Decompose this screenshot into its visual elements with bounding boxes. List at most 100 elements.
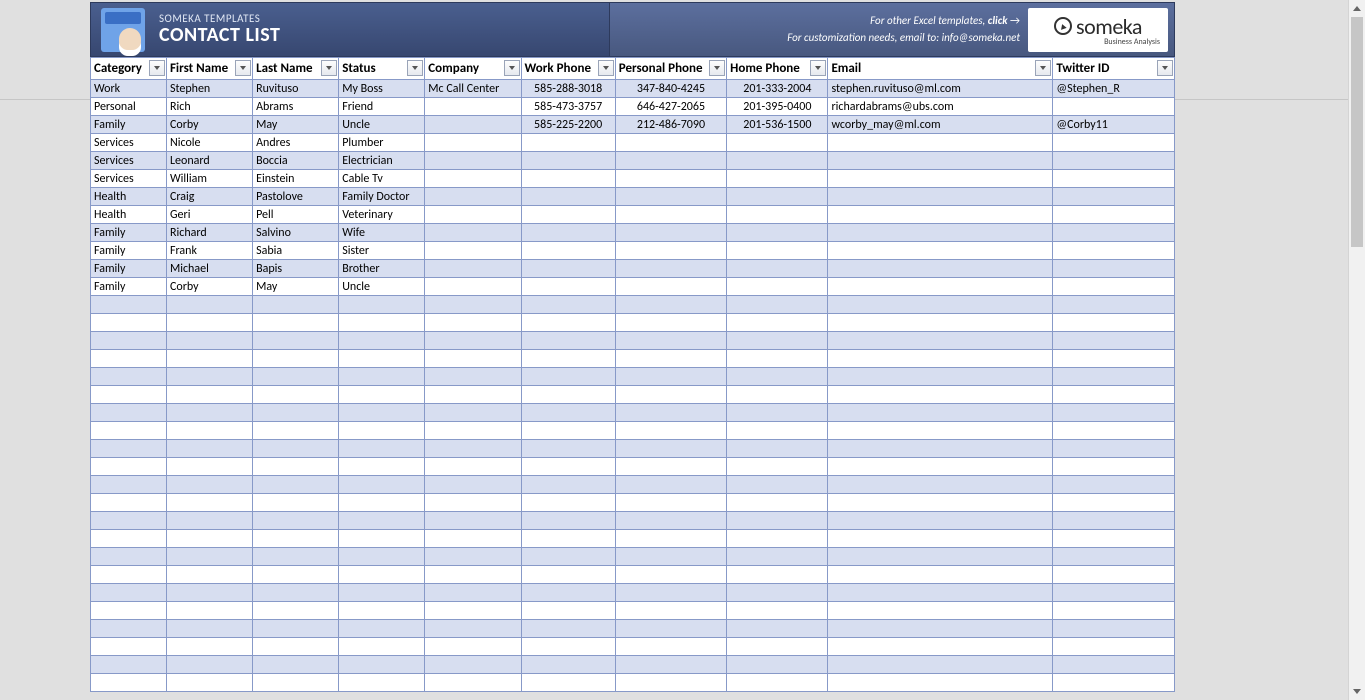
scroll-thumb[interactable] — [1351, 17, 1363, 247]
cell[interactable] — [521, 656, 615, 674]
cell[interactable] — [339, 350, 425, 368]
cell[interactable] — [828, 350, 1053, 368]
cell[interactable] — [339, 386, 425, 404]
cell[interactable] — [615, 368, 726, 386]
cell[interactable]: Richard — [166, 224, 252, 242]
table-row[interactable] — [91, 332, 1175, 350]
cell[interactable]: Wife — [339, 224, 425, 242]
cell[interactable] — [425, 224, 521, 242]
cell[interactable] — [727, 278, 828, 296]
filter-dropdown-icon[interactable] — [321, 60, 337, 76]
table-row[interactable]: FamilyFrankSabiaSister — [91, 242, 1175, 260]
table-row[interactable] — [91, 512, 1175, 530]
cell[interactable] — [1053, 386, 1175, 404]
table-row[interactable] — [91, 548, 1175, 566]
cell[interactable]: Plumber — [339, 134, 425, 152]
cell[interactable] — [615, 134, 726, 152]
cell[interactable] — [521, 404, 615, 422]
cell[interactable] — [425, 314, 521, 332]
cell[interactable] — [521, 152, 615, 170]
filter-dropdown-icon[interactable] — [709, 60, 725, 76]
cell[interactable] — [615, 638, 726, 656]
cell[interactable] — [166, 494, 252, 512]
cell[interactable] — [91, 530, 167, 548]
cell[interactable] — [425, 296, 521, 314]
cell[interactable] — [425, 512, 521, 530]
cell[interactable] — [828, 656, 1053, 674]
cell[interactable] — [91, 458, 167, 476]
cell[interactable]: Veterinary — [339, 206, 425, 224]
cell[interactable] — [425, 494, 521, 512]
cell[interactable] — [828, 278, 1053, 296]
cell[interactable] — [727, 476, 828, 494]
cell[interactable] — [521, 206, 615, 224]
cell[interactable] — [1053, 476, 1175, 494]
cell[interactable] — [521, 440, 615, 458]
cell[interactable] — [425, 98, 521, 116]
cell[interactable] — [615, 476, 726, 494]
cell[interactable]: Family Doctor — [339, 188, 425, 206]
column-header[interactable]: Work Phone — [521, 58, 615, 80]
cell[interactable] — [727, 242, 828, 260]
cell[interactable]: Andres — [253, 134, 339, 152]
someka-logo[interactable]: someka Business Analysis — [1028, 8, 1168, 52]
table-row[interactable] — [91, 494, 1175, 512]
cell[interactable] — [339, 314, 425, 332]
cell[interactable] — [253, 602, 339, 620]
cell[interactable] — [253, 368, 339, 386]
cell[interactable] — [166, 476, 252, 494]
cell[interactable]: 646-427-2065 — [615, 98, 726, 116]
cell[interactable] — [339, 404, 425, 422]
cell[interactable] — [1053, 350, 1175, 368]
cell[interactable] — [521, 386, 615, 404]
cell[interactable] — [339, 530, 425, 548]
cell[interactable]: Family — [91, 242, 167, 260]
cell[interactable]: Family — [91, 278, 167, 296]
cell[interactable] — [166, 368, 252, 386]
cell[interactable] — [828, 206, 1053, 224]
cell[interactable]: Ruvituso — [253, 80, 339, 98]
cell[interactable] — [615, 404, 726, 422]
cell[interactable] — [425, 566, 521, 584]
cell[interactable] — [425, 476, 521, 494]
cell[interactable] — [339, 332, 425, 350]
filter-dropdown-icon[interactable] — [149, 60, 165, 76]
table-row[interactable] — [91, 566, 1175, 584]
cell[interactable]: Family — [91, 224, 167, 242]
cell[interactable] — [615, 296, 726, 314]
cell[interactable] — [91, 386, 167, 404]
cell[interactable] — [521, 278, 615, 296]
cell[interactable] — [1053, 260, 1175, 278]
table-row[interactable]: WorkStephenRuvitusoMy BossMc Call Center… — [91, 80, 1175, 98]
cell[interactable] — [615, 512, 726, 530]
cell[interactable] — [828, 548, 1053, 566]
cell[interactable] — [521, 638, 615, 656]
cell[interactable] — [727, 134, 828, 152]
table-row[interactable] — [91, 476, 1175, 494]
cell[interactable] — [339, 656, 425, 674]
cell[interactable]: Salvino — [253, 224, 339, 242]
cell[interactable] — [339, 368, 425, 386]
cell[interactable] — [1053, 566, 1175, 584]
cell[interactable]: William — [166, 170, 252, 188]
cell[interactable] — [727, 152, 828, 170]
cell[interactable] — [166, 404, 252, 422]
cell[interactable] — [1053, 584, 1175, 602]
cell[interactable]: Friend — [339, 98, 425, 116]
cell[interactable] — [727, 260, 828, 278]
cell[interactable] — [1053, 188, 1175, 206]
cell[interactable] — [339, 476, 425, 494]
cell[interactable] — [521, 170, 615, 188]
cell[interactable] — [339, 602, 425, 620]
cell[interactable]: Work — [91, 80, 167, 98]
cell[interactable] — [1053, 224, 1175, 242]
cell[interactable]: Family — [91, 116, 167, 134]
cell[interactable] — [521, 674, 615, 692]
cell[interactable] — [615, 548, 726, 566]
cell[interactable] — [166, 566, 252, 584]
cell[interactable] — [339, 494, 425, 512]
cell[interactable] — [425, 116, 521, 134]
cell[interactable] — [91, 332, 167, 350]
cell[interactable] — [828, 584, 1053, 602]
table-row[interactable]: HealthGeriPellVeterinary — [91, 206, 1175, 224]
